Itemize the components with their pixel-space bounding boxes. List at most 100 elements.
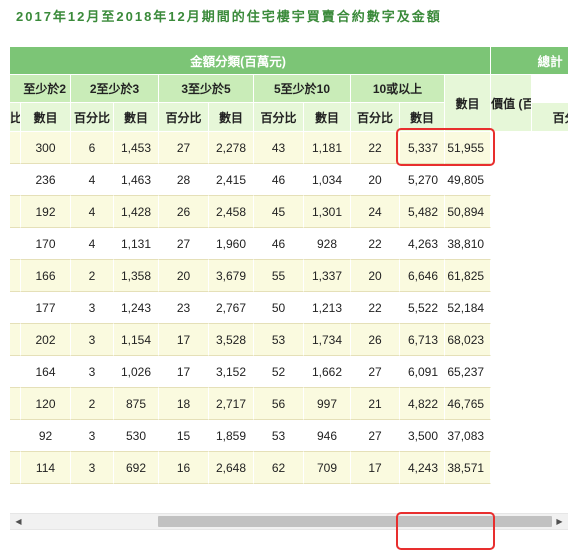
table-cell: 3 xyxy=(71,292,114,324)
table-cell: 2 xyxy=(10,420,21,452)
table-cell: 18 xyxy=(159,388,209,420)
table-cell: 19 xyxy=(351,484,400,495)
table-row: 219241,428262,458451,301245,48250,894 xyxy=(10,196,568,228)
header-row-ranges: 至少於22至少於33至少於55至少於1010或以上數目價值 (百萬元) xyxy=(10,75,568,132)
highlight-box xyxy=(396,512,496,550)
table-cell: 1,313 xyxy=(209,484,254,495)
table-cell: 20 xyxy=(351,164,400,196)
table-cell: 1,428 xyxy=(114,196,159,228)
table-cell: 53 xyxy=(254,324,304,356)
table-cell: 68,023 xyxy=(445,324,492,356)
table-cell: 997 xyxy=(304,388,351,420)
table-cell: 45 xyxy=(254,196,304,228)
table-cell: 56 xyxy=(254,388,304,420)
table-cell: 1,243 xyxy=(114,292,159,324)
count-subheader: 數目 xyxy=(21,103,71,132)
table-cell: 3 xyxy=(71,324,114,356)
table-cell: 37,083 xyxy=(445,420,492,452)
table-cell: 236 xyxy=(21,164,71,196)
page-title: 2017年12月至2018年12月期間的住宅樓宇買賣合約數字及金額 xyxy=(16,9,442,24)
table-cell: 50,894 xyxy=(445,196,492,228)
table-cell: 49,805 xyxy=(445,164,492,196)
table-cell: 1 xyxy=(10,260,21,292)
table-row: 116621,358203,679551,337206,64661,825 xyxy=(10,260,568,292)
percent-subheader: 百分比 xyxy=(254,103,304,132)
table-cell: 3 xyxy=(71,420,114,452)
table-cell: 946 xyxy=(304,420,351,452)
table-cell: 38,571 xyxy=(445,452,492,484)
percent-subheader: 百分比 xyxy=(10,103,21,132)
table-row: 217731,243232,767501,213225,52252,184 xyxy=(10,292,568,324)
table-cell: 1 xyxy=(10,356,21,388)
table-row: 116431,026173,152521,662276,09165,237 xyxy=(10,356,568,388)
table-cell: 3,152 xyxy=(209,356,254,388)
table-cell: 4 xyxy=(71,484,114,495)
table-cell: 928 xyxy=(304,228,351,260)
table-cell: 1,960 xyxy=(209,228,254,260)
table-cell: 2,717 xyxy=(209,388,254,420)
table-cell: 202 xyxy=(21,324,71,356)
table-cell: 2 xyxy=(10,164,21,196)
table-cell: 1,859 xyxy=(209,420,254,452)
table-row: 11143692162,64862709174,24338,571 xyxy=(10,452,568,484)
table-cell: 1 xyxy=(10,324,21,356)
table-cell: 530 xyxy=(114,420,159,452)
header-row-group: 金額分類(百萬元) 總計 xyxy=(10,47,568,75)
table-row: 223641,463282,415461,034205,27049,805 xyxy=(10,164,568,196)
table-cell: 4 xyxy=(71,164,114,196)
table-cell: 22 xyxy=(351,292,400,324)
table-cell: 2 xyxy=(71,388,114,420)
total-header: 總計 xyxy=(491,47,568,75)
table-row: 120231,154173,528531,734266,71368,023 xyxy=(10,324,568,356)
table-cell: 300 xyxy=(21,132,71,164)
scroll-right-arrow-icon[interactable]: ▶ xyxy=(551,514,568,529)
table-cell: 52 xyxy=(254,356,304,388)
range-header: 3至少於5 xyxy=(159,75,254,103)
table-cell: 46 xyxy=(254,228,304,260)
table-cell: 46 xyxy=(254,164,304,196)
table-row: 21202875182,71756997214,82246,765 xyxy=(10,388,568,420)
table-cell: 15 xyxy=(159,420,209,452)
table-cell: 23 xyxy=(159,292,209,324)
range-header: 10或以上 xyxy=(351,75,445,103)
table-cell: 4,822 xyxy=(400,388,445,420)
table-row: 21084656251,31350493192,63526,020 xyxy=(10,484,568,495)
table-cell: 4 xyxy=(71,196,114,228)
range-header: 2至少於3 xyxy=(71,75,159,103)
count-subheader: 數目 xyxy=(114,103,159,132)
table-cell: 3,500 xyxy=(400,420,445,452)
table-cell: 2 xyxy=(10,292,21,324)
table-cell: 28 xyxy=(159,164,209,196)
table-cell: 1 xyxy=(10,228,21,260)
table-cell: 5,522 xyxy=(400,292,445,324)
total-count-header: 數目 xyxy=(445,75,492,132)
table-cell: 709 xyxy=(304,452,351,484)
scroll-left-arrow-icon[interactable]: ◀ xyxy=(10,514,27,529)
table-cell: 1 xyxy=(10,452,21,484)
table-cell: 4,263 xyxy=(400,228,445,260)
table-cell: 656 xyxy=(114,484,159,495)
table-cell: 24 xyxy=(351,196,400,228)
table-cell: 22 xyxy=(351,228,400,260)
table-cell: 55 xyxy=(254,260,304,292)
table-cell: 65,237 xyxy=(445,356,492,388)
count-subheader: 數目 xyxy=(304,103,351,132)
table-cell: 192 xyxy=(21,196,71,228)
table-cell: 120 xyxy=(21,388,71,420)
table-cell: 27 xyxy=(351,356,400,388)
table-container[interactable]: 金額分類(百萬元) 總計 至少於2 2至少於3 3至少於5 5至少於10 10或以上 數目 價值… xyxy=(10,47,568,495)
table-cell: 50 xyxy=(254,484,304,495)
table-cell: 16 xyxy=(159,452,209,484)
table-cell: 26 xyxy=(159,196,209,228)
table-cell: 1,463 xyxy=(114,164,159,196)
table-cell: 21 xyxy=(351,388,400,420)
table-cell: 3 xyxy=(71,356,114,388)
percent-subheader: 百分比 xyxy=(159,103,209,132)
table-cell: 164 xyxy=(21,356,71,388)
table-row: 117041,131271,96046928224,26338,810 xyxy=(10,228,568,260)
table-cell: 1,301 xyxy=(304,196,351,228)
table-cell: 2,767 xyxy=(209,292,254,324)
table-cell: 2,278 xyxy=(209,132,254,164)
percent-subheader: 百分比 xyxy=(532,103,568,132)
contracts-table: 金額分類(百萬元) 總計 至少於2 2至少於3 3至少於5 5至少於10 10或以上 數目 價值… xyxy=(10,47,568,495)
